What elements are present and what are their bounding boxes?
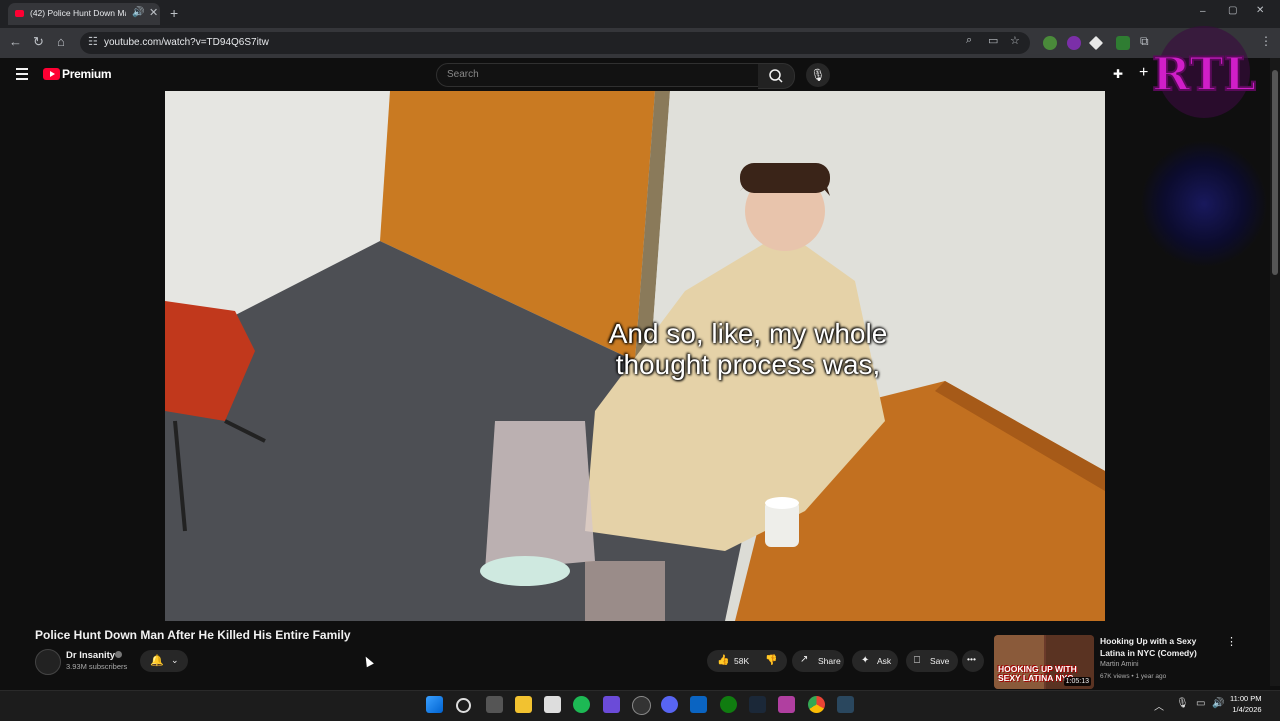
- reload-icon[interactable]: ↻: [33, 34, 44, 50]
- close-window-icon[interactable]: ✕: [1256, 5, 1264, 16]
- extension-icon[interactable]: [1067, 36, 1081, 50]
- home-icon[interactable]: ⌂: [57, 34, 65, 49]
- site-info-icon[interactable]: ☷: [88, 35, 98, 48]
- close-tab-icon[interactable]: ✕: [149, 6, 158, 19]
- more-menu-icon[interactable]: ⋮: [1260, 34, 1272, 48]
- scrollbar-thumb[interactable]: [1272, 70, 1278, 275]
- address-bar[interactable]: ☷ youtube.com/watch?v=TD94Q6S7itw: [80, 32, 1030, 54]
- save-label: Save: [930, 656, 950, 666]
- tray-chevron-up-icon[interactable]: ︿: [1154, 698, 1164, 713]
- store-icon[interactable]: [544, 696, 561, 713]
- voice-search-mic-icon[interactable]: 🎙: [806, 63, 830, 87]
- steam-icon[interactable]: [837, 696, 854, 713]
- microphone-icon[interactable]: 🎙: [1176, 698, 1189, 709]
- volume-icon[interactable]: 🔊: [1212, 698, 1224, 709]
- share-label: Share: [818, 656, 841, 666]
- display-icon[interactable]: ▭: [1196, 698, 1205, 709]
- search-button[interactable]: [758, 63, 795, 89]
- verified-badge-icon: [115, 651, 122, 658]
- video-caption: And so, like, my whole thought process w…: [520, 318, 976, 380]
- like-dislike-segment: 👍 58K 👎: [707, 650, 787, 672]
- subscriber-count: 3.93M subscribers: [66, 662, 128, 671]
- maximize-icon[interactable]: ▢: [1228, 5, 1237, 16]
- recommendation-thumbnail[interactable]: HOOKING UP WITH SEXY LATINA NYC 1:05:13: [994, 635, 1094, 689]
- share-button[interactable]: ↗ Share: [792, 650, 844, 672]
- chrome-icon[interactable]: [808, 696, 825, 713]
- minimize-icon[interactable]: –: [1200, 6, 1206, 17]
- dislike-icon[interactable]: 👎: [765, 655, 777, 666]
- back-icon[interactable]: ←: [9, 34, 22, 49]
- create-plus-button[interactable]: +: [1139, 64, 1148, 82]
- youtube-premium-label[interactable]: Premium: [62, 67, 112, 81]
- channel-avatar[interactable]: [35, 649, 61, 675]
- caption-line-2: thought process was,: [615, 349, 881, 380]
- decorative-orb-overlay: [1140, 140, 1268, 268]
- url-text: youtube.com/watch?v=TD94Q6S7itw: [104, 37, 269, 48]
- share-icon: ↗: [800, 654, 809, 665]
- ask-label: Ask: [877, 656, 892, 666]
- video-title: Police Hunt Down Man After He Killed His…: [35, 628, 351, 642]
- bookmark-star-icon[interactable]: ☆: [1010, 34, 1020, 47]
- system-clock[interactable]: 11:00 PM 1/4/2026: [1230, 693, 1262, 715]
- recommendation-more-icon[interactable]: ⋮: [1226, 635, 1237, 648]
- search-icon[interactable]: [456, 698, 471, 713]
- app-grid-icon[interactable]: [603, 696, 620, 713]
- mouse-cursor: [362, 654, 374, 668]
- tab-title: (42) Police Hunt Down Man After He Kille…: [30, 8, 126, 18]
- extensions-puzzle-icon[interactable]: ⧉: [1140, 34, 1149, 49]
- steam-icon[interactable]: [749, 696, 766, 713]
- rtl-logo-overlay: RTL: [1152, 26, 1256, 118]
- search-input[interactable]: Search: [436, 63, 760, 87]
- more-horizontal-icon: •••: [967, 654, 976, 664]
- caption-line-1: And so, like, my whole: [608, 318, 888, 349]
- clock-date: 1/4/2026: [1232, 705, 1262, 714]
- browser-tab-bar: [0, 0, 1280, 28]
- app-pink-icon[interactable]: [778, 696, 795, 713]
- new-tab-button[interactable]: +: [170, 5, 178, 21]
- cast-icon[interactable]: ▭: [988, 34, 998, 47]
- like-icon[interactable]: 👍: [717, 655, 729, 666]
- youtube-favicon-icon: [15, 10, 24, 17]
- svg-text:RTL: RTL: [1152, 47, 1256, 101]
- like-count[interactable]: 58K: [734, 656, 749, 666]
- app-green-icon[interactable]: [573, 696, 590, 713]
- save-bookmark-icon: ⎕: [914, 655, 920, 666]
- bell-icon: 🔔: [150, 655, 164, 667]
- extension-icon[interactable]: [1043, 36, 1057, 50]
- chevron-down-icon: ⌄: [171, 655, 179, 665]
- task-view-icon[interactable]: [486, 696, 503, 713]
- extension-icon[interactable]: [1116, 36, 1130, 50]
- youtube-logo-icon[interactable]: [43, 68, 60, 80]
- notification-bell-button[interactable]: 🔔 ⌄: [140, 650, 188, 672]
- discord-icon[interactable]: [661, 696, 678, 713]
- recommendation-meta: 67K views • 1 year ago: [1100, 673, 1167, 680]
- zoom-icon[interactable]: ⌕: [966, 34, 972, 47]
- obs-icon[interactable]: [632, 696, 651, 715]
- clock-time: 11:00 PM: [1230, 694, 1262, 703]
- video-duration: 1:05:13: [1063, 677, 1091, 686]
- sparkle-icon: ✦: [861, 655, 870, 666]
- hamburger-menu-icon[interactable]: [16, 68, 28, 83]
- browser-tab[interactable]: (42) Police Hunt Down Man After He Kille…: [8, 3, 160, 25]
- windows-start-icon[interactable]: [426, 696, 443, 713]
- recommendation-title[interactable]: Hooking Up with a Sexy Latina in NYC (Co…: [1100, 635, 1220, 659]
- speaker-icon[interactable]: 🔊: [132, 7, 144, 18]
- channel-name[interactable]: Dr Insanity: [66, 650, 115, 661]
- search-placeholder: Search: [447, 69, 479, 80]
- xbox-icon[interactable]: [720, 696, 737, 713]
- more-actions-button[interactable]: •••: [962, 650, 984, 672]
- save-button[interactable]: ⎕ Save: [906, 650, 958, 672]
- mail-icon[interactable]: [690, 696, 707, 713]
- search-icon: [769, 69, 783, 83]
- recommendation-channel[interactable]: Martin Amini: [1100, 661, 1139, 668]
- create-icon[interactable]: ✚: [1113, 67, 1123, 81]
- ask-button[interactable]: ✦ Ask: [852, 650, 898, 672]
- file-explorer-icon[interactable]: [515, 696, 532, 713]
